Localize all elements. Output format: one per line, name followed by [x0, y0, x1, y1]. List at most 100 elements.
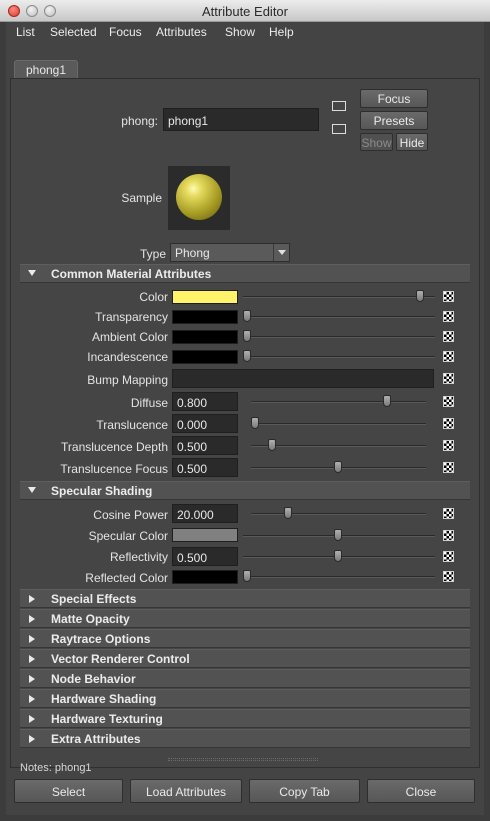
- diffuse-map-button-icon[interactable]: [443, 396, 454, 407]
- reflected-color-slider-handle[interactable]: [243, 570, 251, 582]
- translucence-field[interactable]: 0.000: [172, 414, 238, 433]
- ambient-color-label: Ambient Color: [91, 330, 168, 344]
- expanded-arrow-icon: [28, 487, 36, 493]
- transparency-label: Transparency: [95, 310, 168, 324]
- color-swatch[interactable]: [172, 290, 238, 304]
- ambient-color-slider-handle[interactable]: [243, 330, 251, 342]
- specular-color-label: Specular Color: [88, 529, 168, 543]
- menu-selected[interactable]: Selected: [50, 25, 97, 39]
- tab-phong1[interactable]: phong1: [14, 60, 78, 79]
- diffuse-slider-handle[interactable]: [383, 395, 391, 407]
- section-raytrace-options[interactable]: Raytrace Options: [20, 629, 470, 648]
- transparency-map-button-icon[interactable]: [443, 311, 454, 322]
- section-vector-renderer-control[interactable]: Vector Renderer Control: [20, 649, 470, 668]
- translucence-slider-handle[interactable]: [251, 417, 259, 429]
- transparency-swatch[interactable]: [172, 310, 238, 324]
- expanded-arrow-icon: [28, 270, 36, 276]
- incandescence-slider-track[interactable]: [243, 356, 435, 358]
- section-common-material[interactable]: Common Material Attributes: [20, 264, 470, 283]
- notes-splitter-handle[interactable]: [168, 758, 318, 761]
- diffuse-field[interactable]: 0.800: [172, 392, 238, 411]
- show-button[interactable]: Show: [360, 133, 393, 151]
- translucence-depth-label: Translucence Depth: [61, 440, 168, 454]
- section-node-behavior[interactable]: Node Behavior: [20, 669, 470, 688]
- notes-label: Notes: phong1: [20, 762, 92, 774]
- incandescence-label: Incandescence: [87, 350, 168, 364]
- bump-mapping-field[interactable]: [172, 369, 434, 388]
- incandescence-swatch[interactable]: [172, 350, 238, 364]
- translucence-focus-map-button-icon[interactable]: [443, 462, 454, 473]
- section-hardware-texturing[interactable]: Hardware Texturing: [20, 709, 470, 728]
- translucence-map-button-icon[interactable]: [443, 418, 454, 429]
- collapsed-arrow-icon: [29, 675, 35, 683]
- reflectivity-map-button-icon[interactable]: [443, 551, 454, 562]
- menu-focus[interactable]: Focus: [109, 25, 142, 39]
- color-map-button-icon[interactable]: [443, 291, 454, 302]
- reflectivity-field[interactable]: 0.500: [172, 547, 238, 566]
- collapsed-arrow-icon: [29, 615, 35, 623]
- ambient-color-map-button-icon[interactable]: [443, 331, 454, 342]
- load-attributes-button[interactable]: Load Attributes: [130, 779, 242, 803]
- translucence-depth-field[interactable]: 0.500: [172, 436, 238, 455]
- reflectivity-slider-handle[interactable]: [334, 550, 342, 562]
- specular-color-swatch[interactable]: [172, 528, 238, 542]
- color-slider-track[interactable]: [243, 296, 435, 298]
- section-specular-shading[interactable]: Specular Shading: [20, 481, 470, 500]
- diffuse-label: Diffuse: [130, 396, 168, 410]
- close-button[interactable]: Close: [367, 779, 475, 803]
- select-button[interactable]: Select: [14, 779, 123, 803]
- transparency-slider-handle[interactable]: [243, 310, 251, 322]
- section-matte-opacity[interactable]: Matte Opacity: [20, 609, 470, 628]
- presets-button[interactable]: Presets: [360, 111, 428, 130]
- ambient-color-swatch[interactable]: [172, 330, 238, 344]
- cosine-power-slider-handle[interactable]: [284, 507, 292, 519]
- collapsed-arrow-icon: [29, 735, 35, 743]
- collapsed-arrow-icon: [29, 715, 35, 723]
- reflected-color-map-button-icon[interactable]: [443, 571, 454, 582]
- cosine-power-map-button-icon[interactable]: [443, 508, 454, 519]
- translucence-depth-map-button-icon[interactable]: [443, 440, 454, 451]
- ambient-color-slider-track[interactable]: [243, 336, 435, 338]
- translucence-depth-slider-handle[interactable]: [267, 439, 276, 451]
- translucence-slider-track[interactable]: [251, 423, 426, 425]
- collapsed-arrow-icon: [29, 635, 35, 643]
- translucence-focus-field[interactable]: 0.500: [172, 458, 238, 477]
- section-hardware-shading[interactable]: Hardware Shading: [20, 689, 470, 708]
- incandescence-slider-handle[interactable]: [243, 350, 251, 362]
- bump-mapping-label: Bump Mapping: [87, 373, 168, 387]
- cosine-power-field[interactable]: 20.000: [172, 504, 238, 523]
- focus-button[interactable]: Focus: [360, 89, 428, 108]
- hide-button[interactable]: Hide: [396, 133, 428, 151]
- copy-tab-button[interactable]: Copy Tab: [249, 779, 360, 803]
- node-name-field[interactable]: phong1: [163, 108, 319, 131]
- type-dropdown[interactable]: Phong: [170, 243, 290, 262]
- type-label: Type: [139, 247, 166, 261]
- incandescence-map-button-icon[interactable]: [443, 351, 454, 362]
- cosine-power-label: Cosine Power: [93, 508, 168, 522]
- section-extra-attributes[interactable]: Extra Attributes: [20, 729, 470, 748]
- section-special-effects[interactable]: Special Effects: [20, 589, 470, 608]
- menu-bar: List Selected Focus Attributes Show Help: [6, 22, 484, 42]
- reflected-color-slider-track[interactable]: [243, 576, 435, 578]
- title-bar: Attribute Editor: [0, 0, 490, 22]
- menu-attributes[interactable]: Attributes: [156, 25, 207, 39]
- menu-list[interactable]: List: [16, 25, 35, 39]
- translucence-depth-slider-track[interactable]: [251, 445, 426, 447]
- specular-color-map-button-icon[interactable]: [443, 530, 454, 541]
- type-value: Phong: [175, 246, 210, 260]
- collapsed-arrow-icon: [29, 655, 35, 663]
- input-connection-icon[interactable]: [332, 101, 346, 111]
- specular-color-slider-handle[interactable]: [334, 529, 342, 541]
- menu-show[interactable]: Show: [225, 25, 255, 39]
- output-connection-icon[interactable]: [332, 124, 346, 134]
- diffuse-slider-track[interactable]: [251, 401, 426, 403]
- cosine-power-slider-track[interactable]: [251, 513, 426, 515]
- collapsed-arrow-icon: [29, 595, 35, 603]
- transparency-slider-track[interactable]: [243, 316, 435, 318]
- reflected-color-swatch[interactable]: [172, 570, 238, 584]
- bump-map-button-icon[interactable]: [443, 373, 454, 384]
- menu-help[interactable]: Help: [269, 25, 294, 39]
- translucence-focus-slider-handle[interactable]: [333, 461, 342, 473]
- translucence-label: Translucence: [96, 418, 168, 432]
- color-slider-handle[interactable]: [415, 290, 424, 302]
